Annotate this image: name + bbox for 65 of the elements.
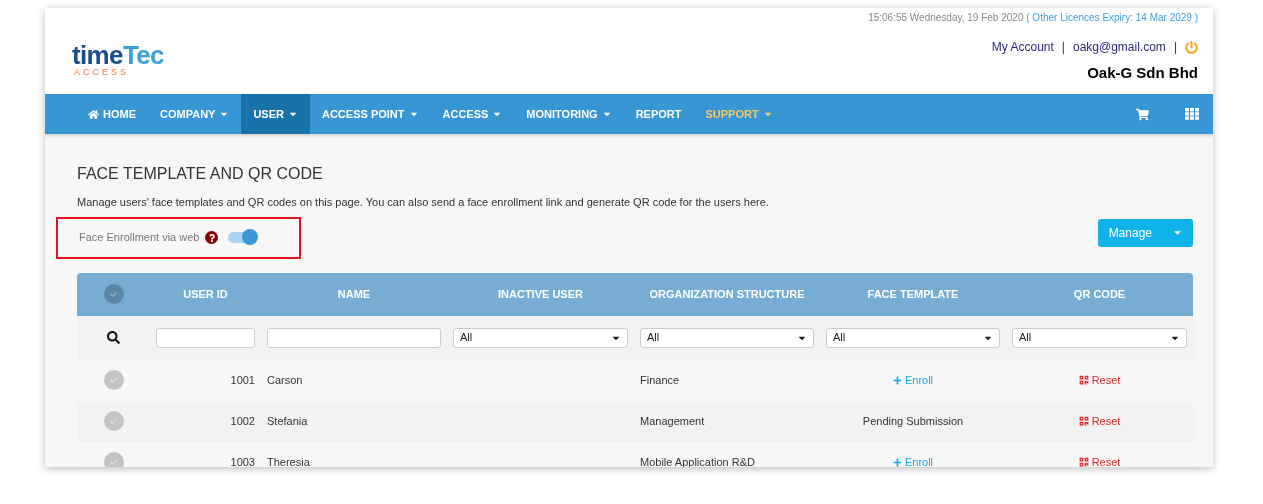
column-header: INACTIVE USER [498, 286, 583, 302]
check-icon [110, 290, 117, 298]
cart-icon[interactable] [1136, 107, 1149, 121]
filter-input[interactable] [156, 327, 255, 348]
filter-dropdown[interactable]: All [453, 327, 628, 348]
page-description: Manage users' face templates and QR codes on this page. You can also send a face enrollment link and generate QR code for the users here. [77, 195, 770, 210]
enrollment-toggle[interactable] [228, 232, 257, 243]
nav-item[interactable]: ACCESS [430, 94, 515, 134]
nav-item[interactable]: HOME [76, 94, 148, 134]
organization-cell: Management [640, 414, 705, 427]
column-header: QR CODE [1073, 286, 1126, 302]
my-account-link[interactable]: My Account [991, 38, 1054, 56]
qr-code-icon [1078, 416, 1089, 426]
qr-code-icon [1078, 457, 1089, 467]
column-header: USER ID [183, 286, 228, 302]
user-id-cell-text: 1002 [230, 413, 255, 429]
filter-dropdown[interactable]: All [640, 327, 814, 348]
reset-link[interactable]: Reset [1078, 453, 1121, 467]
filter-dropdown[interactable]: All [1012, 327, 1187, 348]
check-icon [110, 376, 117, 384]
search-icon [107, 331, 120, 344]
help-icon[interactable] [205, 231, 219, 244]
reset-link[interactable]: Reset [1078, 371, 1121, 389]
row-checkbox[interactable] [103, 411, 124, 431]
company-name: Oak-G Sdn Bhd [1087, 63, 1198, 83]
nav-item[interactable]: ACCESS POINT [310, 94, 431, 134]
name-cell: Stefania [267, 414, 308, 427]
licence-expiry-link[interactable]: ( Other Licences Expiry: 14 Mar 2029 ) [1026, 12, 1198, 23]
name-cell: Carson [267, 373, 303, 386]
timetec-logo[interactable]: timeTec ACCESS [72, 42, 164, 77]
nav-item[interactable]: USER [241, 94, 310, 134]
user-id-cell-text: 1001 [230, 372, 255, 388]
separator-text: | [1173, 39, 1177, 56]
column-header: NAME [337, 286, 371, 302]
enroll-link[interactable]: Enroll [892, 371, 934, 389]
column-header: ORGANIZATION STRUCTURE [649, 286, 805, 302]
home-icon [88, 108, 99, 120]
email-link[interactable]: oakg@gmail.com [1073, 38, 1166, 56]
enroll-link[interactable]: Enroll [892, 453, 934, 467]
toggle-label: Face Enrollment via web [79, 230, 200, 246]
page-title: FACE TEMPLATE AND QR CODE [77, 164, 324, 184]
power-icon[interactable] [1185, 40, 1198, 54]
select-all-checkbox[interactable] [103, 284, 124, 304]
date-time-text: 15:06:55 Wednesday, 19 Feb 2020 [868, 12, 1024, 23]
row-checkbox[interactable] [103, 370, 124, 390]
nav-item[interactable]: MONITORING [514, 94, 624, 134]
column-header: FACE TEMPLATE [867, 286, 959, 302]
check-icon [110, 417, 117, 425]
plus-icon [892, 375, 902, 385]
face-status-cell-text: Pending Submission [862, 413, 964, 429]
filter-dropdown[interactable]: All [826, 327, 1000, 348]
reset-link[interactable]: Reset [1078, 412, 1121, 430]
manage-button[interactable]: Manage [1097, 218, 1193, 247]
row-checkbox[interactable] [103, 452, 124, 467]
filter-input[interactable] [267, 327, 441, 348]
check-icon [110, 458, 117, 466]
nav-item[interactable]: COMPANY [148, 94, 242, 134]
name-cell: Theresia [267, 455, 310, 467]
nav-item[interactable]: REPORT [623, 94, 694, 134]
qr-code-icon [1078, 375, 1089, 385]
apps-grid-icon[interactable] [1185, 108, 1199, 120]
organization-cell: Finance [640, 373, 680, 386]
separator-text: | [1061, 39, 1065, 56]
user-id-cell-text: 1003 [230, 454, 255, 467]
plus-icon [892, 457, 902, 467]
